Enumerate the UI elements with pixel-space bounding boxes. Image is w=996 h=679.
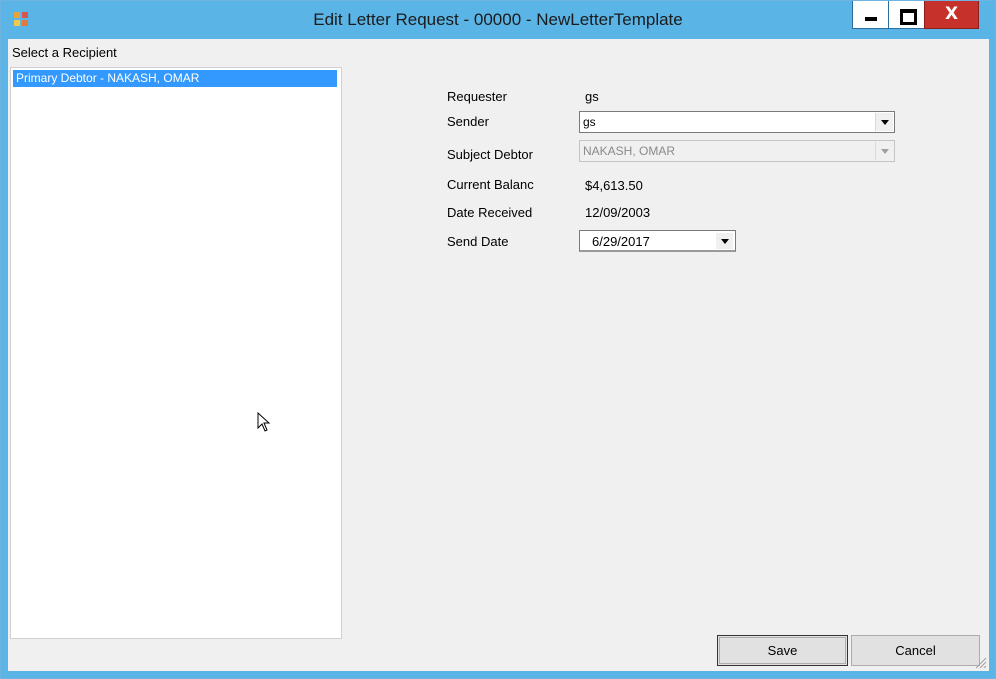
title-bar[interactable]: Edit Letter Request - 00000 - NewLetterT… — [1, 1, 995, 39]
send-date-label: Send Date — [447, 234, 509, 249]
maximize-icon — [900, 9, 917, 25]
subject-debtor-dropdown-button — [875, 142, 893, 160]
recipient-list-label: Select a Recipient — [12, 45, 117, 60]
dropdown-arrow-icon — [721, 239, 729, 244]
sender-label: Sender — [447, 114, 489, 129]
dropdown-arrow-icon — [881, 149, 889, 154]
resize-grip-icon[interactable] — [973, 655, 987, 669]
cancel-button[interactable]: Cancel — [851, 635, 980, 666]
sender-dropdown[interactable]: gs — [579, 111, 895, 133]
subject-debtor-value: NAKASH, OMAR — [583, 144, 676, 158]
save-button[interactable]: Save — [717, 635, 848, 666]
window-title: Edit Letter Request - 00000 - NewLetterT… — [313, 10, 683, 29]
sender-value: gs — [583, 115, 596, 129]
recipient-item-primary-debtor[interactable]: Primary Debtor - NAKASH, OMAR — [13, 70, 337, 87]
send-date-dropdown-button[interactable] — [716, 233, 733, 249]
date-received-label: Date Received — [447, 205, 533, 220]
requester-label: Requester — [447, 89, 507, 104]
close-icon: X — [944, 4, 959, 24]
mouse-cursor-icon — [257, 412, 271, 432]
send-date-value: 6/29/2017 — [592, 234, 650, 249]
sender-dropdown-button[interactable] — [875, 113, 893, 131]
dropdown-arrow-icon — [881, 120, 889, 125]
current-balance-label: Current Balanc — [447, 177, 534, 192]
send-date-picker[interactable]: 6/29/2017 — [579, 230, 736, 252]
subject-debtor-label: Subject Debtor — [447, 147, 533, 162]
requester-value: gs — [585, 89, 599, 104]
dialog-client-area: Select a Recipient Primary Debtor - NAKA… — [8, 39, 989, 671]
subject-debtor-dropdown: NAKASH, OMAR — [579, 140, 895, 162]
close-button[interactable]: X — [924, 1, 979, 29]
current-balance-value: $4,613.50 — [585, 178, 643, 193]
recipient-list[interactable]: Primary Debtor - NAKASH, OMAR — [10, 67, 342, 639]
edit-letter-request-window: Edit Letter Request - 00000 - NewLetterT… — [0, 0, 996, 679]
minimize-button[interactable] — [852, 1, 889, 29]
date-received-value: 12/09/2003 — [585, 205, 651, 220]
minimize-icon — [865, 17, 877, 21]
maximize-button[interactable] — [888, 1, 925, 29]
